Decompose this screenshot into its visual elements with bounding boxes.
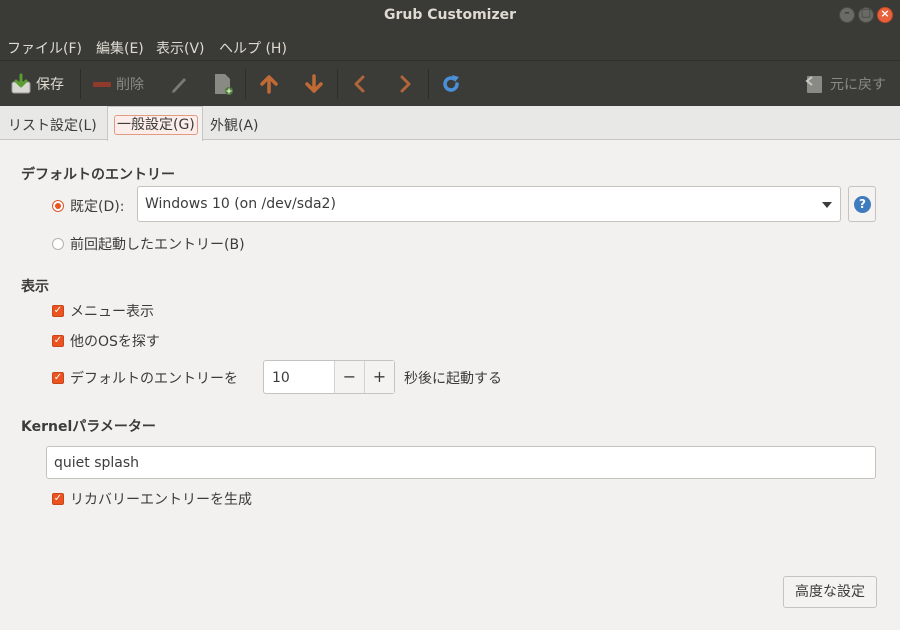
minimize-button[interactable]: – [839,6,855,23]
default-entry-value: Windows 10 (on /dev/sda2) [145,196,336,212]
reload-icon [443,75,459,92]
checkbox-checked-icon: ✓ [52,372,64,384]
maximize-button[interactable]: □ [858,6,874,23]
help-button[interactable]: ? [848,186,876,222]
tab-appearance[interactable]: 外観(A) [210,106,259,140]
menu-file[interactable]: ファイル(F) [7,38,82,58]
menu-help[interactable]: ヘルプ (H) [219,38,287,58]
timeout-spinbutton[interactable]: 10 − + [263,360,395,394]
menu-edit[interactable]: 編集(E) [96,38,144,58]
revert-label: 元に戻す [830,77,886,93]
display-heading: 表示 [21,279,49,295]
save-icon [11,73,31,94]
radio-unselected-icon [52,238,64,250]
window-title: Grub Customizer [383,7,517,23]
timeout-value[interactable]: 10 [272,370,290,386]
arrow-up-icon [260,75,278,94]
checkbox-checked-icon: ✓ [52,335,64,347]
radio-selected-icon [52,200,64,212]
tab-list-settings[interactable]: リスト設定(L) [8,106,97,140]
toolbar-separator [337,69,338,99]
recovery-label: リカバリーエントリーを生成 [70,492,252,508]
checkbox-checked-icon: ✓ [52,493,64,505]
timeout-suffix-label: 秒後に起動する [404,371,502,387]
predefined-radio[interactable]: 既定(D): [52,196,124,216]
toolbar-separator [245,69,246,99]
default-entry-select[interactable]: Windows 10 (on /dev/sda2) [137,186,841,222]
toolbar: 保存 削除 元に戻す [0,60,900,106]
save-label: 保存 [36,77,64,93]
reload-button[interactable] [440,71,462,97]
look-for-os-checkbox[interactable]: ✓ 他のOSを探す [52,331,160,351]
advanced-settings-button[interactable]: 高度な設定 [783,576,877,608]
menu-view[interactable]: 表示(V) [156,38,205,58]
increment-button[interactable]: + [364,361,394,393]
kernel-params-value: quiet splash [54,455,140,471]
help-icon: ? [854,196,871,213]
decrement-button[interactable]: − [334,361,364,393]
predefined-label: 既定(D): [70,199,125,215]
tab-general-settings[interactable]: 一般設定(G) [107,106,203,141]
arrow-down-icon [305,74,323,93]
maximize-icon: □ [860,6,872,19]
tab-label: 外観(A) [210,118,259,134]
previous-entry-label: 前回起動したエントリー(B) [70,237,245,253]
move-down-button[interactable] [303,71,325,97]
move-up-button[interactable] [258,71,280,97]
boot-default-label: デフォルトのエントリーを [70,371,238,387]
kernel-params-input[interactable]: quiet splash [46,446,876,479]
default-entry-heading: デフォルトのエントリー [21,167,175,183]
tab-label: 一般設定(G) [114,115,198,135]
revert-icon [805,76,822,93]
tab-bar: リスト設定(L) 一般設定(G) 外観(A) [0,106,900,141]
arrow-right-icon [400,75,411,93]
minimize-icon: – [844,6,850,19]
delete-label: 削除 [116,77,144,93]
revert-button[interactable]: 元に戻す [804,71,886,97]
new-entry-icon [215,74,233,95]
new-entry-button[interactable] [212,71,234,97]
save-button[interactable]: 保存 [10,71,64,97]
show-menu-label: メニュー表示 [70,304,154,320]
edit-icon [171,78,186,93]
close-button[interactable]: × [877,7,893,23]
timeout-suffix: 秒後に起動する [404,368,502,388]
arrow-left-icon [354,75,365,93]
toolbar-separator [428,69,429,99]
move-left-button[interactable] [351,71,369,97]
look-for-os-label: 他のOSを探す [70,334,160,350]
toolbar-separator [80,69,81,99]
kernel-heading: Kernelパラメーター [21,419,156,435]
boot-default-checkbox[interactable]: ✓ デフォルトのエントリーを [52,368,238,388]
show-menu-checkbox[interactable]: ✓ メニュー表示 [52,301,154,321]
move-right-button[interactable] [396,71,414,97]
chevron-down-icon [822,202,832,208]
edit-button[interactable] [168,71,190,97]
tab-label: リスト設定(L) [8,118,97,134]
close-icon: × [880,7,890,20]
checkbox-checked-icon: ✓ [52,305,64,317]
recovery-checkbox[interactable]: ✓ リカバリーエントリーを生成 [52,489,252,509]
title-bar: Grub Customizer – □ × [0,0,900,30]
menu-bar: ファイル(F) 編集(E) 表示(V) ヘルプ (H) [0,30,900,60]
previous-entry-radio[interactable]: 前回起動したエントリー(B) [52,234,245,254]
delete-button[interactable]: 削除 [92,71,144,97]
delete-icon [93,82,111,87]
